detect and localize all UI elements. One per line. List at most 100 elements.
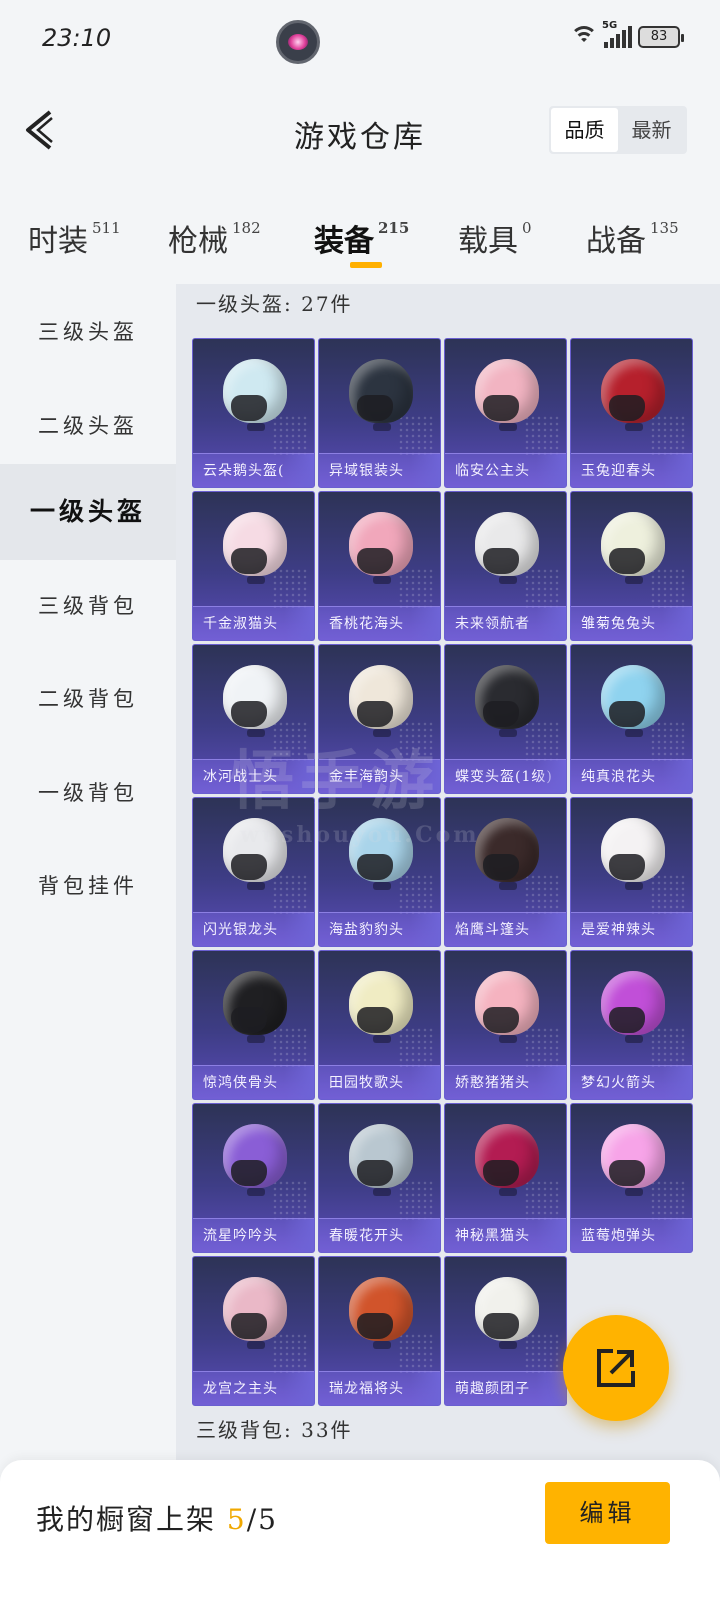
item-card[interactable]: 玉兔迎春头 bbox=[570, 338, 693, 488]
helmet-strap bbox=[625, 882, 643, 890]
sidebar-item-level1-helmet[interactable]: 一级头盔 bbox=[0, 464, 176, 560]
helmet-strap bbox=[499, 729, 517, 737]
item-list[interactable]: 一级头盔: 27件 云朵鹅头盔(异域银装头 临安公主头 玉兔迎春头千金淑猫头 香桃花海… bbox=[176, 284, 720, 1494]
helmet-strap bbox=[499, 576, 517, 584]
item-card[interactable]: 临安公主头 bbox=[444, 338, 567, 488]
helmet-visor bbox=[357, 1313, 393, 1339]
item-card[interactable]: 雏菊兔兔头 bbox=[570, 491, 693, 641]
item-name: 焰鹰斗篷头 bbox=[445, 912, 566, 946]
helmet-visor bbox=[483, 701, 519, 727]
item-card[interactable]: 蓝莓炮弹头 bbox=[570, 1103, 693, 1253]
item-name: 惊鸿侠骨头 bbox=[193, 1065, 314, 1099]
helmet-strap bbox=[625, 1188, 643, 1196]
helmet-visor bbox=[483, 1160, 519, 1186]
item-card[interactable]: 蝶变头盔(1级) bbox=[444, 644, 567, 794]
helmet-visor bbox=[231, 395, 267, 421]
item-name: 娇憨猪猪头 bbox=[445, 1065, 566, 1099]
item-card[interactable]: 神秘黑猫头 bbox=[444, 1103, 567, 1253]
helmet-strap bbox=[373, 1035, 391, 1043]
helmet-visor bbox=[609, 1160, 645, 1186]
helmet-visor bbox=[357, 395, 393, 421]
section-title-helmets: 一级头盔: 27件 bbox=[196, 292, 353, 316]
helmet-visor bbox=[609, 1007, 645, 1033]
helmet-strap bbox=[499, 423, 517, 431]
item-card[interactable]: 冰河战士头 bbox=[192, 644, 315, 794]
sidebar-item-backpack-charm[interactable]: 背包挂件 bbox=[0, 838, 176, 934]
system-icons: 5G 83 bbox=[570, 20, 684, 48]
item-card[interactable]: 流星吟吟头 bbox=[192, 1103, 315, 1253]
item-name: 是爱神辣头 bbox=[571, 912, 692, 946]
item-name: 临安公主头 bbox=[445, 453, 566, 487]
sidebar-item-level2-backpack[interactable]: 二级背包 bbox=[0, 651, 176, 747]
item-name: 流星吟吟头 bbox=[193, 1218, 314, 1252]
tab-count: 182 bbox=[232, 219, 261, 237]
item-name: 香桃花海头 bbox=[319, 606, 440, 640]
item-card[interactable]: 千金淑猫头 bbox=[192, 491, 315, 641]
tab-weapons[interactable]: 枪械 182 bbox=[168, 216, 261, 260]
item-name: 萌趣颜团子 bbox=[445, 1371, 566, 1405]
category-tabs: 时装 511 枪械 182 装备 215 载具 0 战备 135 bbox=[0, 200, 720, 280]
tab-fashion[interactable]: 时装 511 bbox=[28, 216, 121, 260]
item-card[interactable]: 未来领航者 bbox=[444, 491, 567, 641]
item-card[interactable]: 香桃花海头 bbox=[318, 491, 441, 641]
helmet-strap bbox=[247, 423, 265, 431]
network-type: 5G bbox=[602, 20, 618, 31]
tab-label: 战备 bbox=[586, 224, 646, 259]
item-card[interactable]: 梦幻火箭头 bbox=[570, 950, 693, 1100]
item-card[interactable]: 纯真浪花头 bbox=[570, 644, 693, 794]
battery-icon: 83 bbox=[638, 26, 684, 48]
item-name: 雏菊兔兔头 bbox=[571, 606, 692, 640]
active-tab-indicator bbox=[350, 262, 382, 268]
tab-count: 215 bbox=[378, 219, 410, 237]
item-card[interactable]: 龙宫之主头 bbox=[192, 1256, 315, 1406]
helmet-strap bbox=[625, 423, 643, 431]
item-card[interactable]: 春暖花开头 bbox=[318, 1103, 441, 1253]
helmet-strap bbox=[247, 729, 265, 737]
sort-newest-button[interactable]: 最新 bbox=[618, 108, 685, 152]
helmet-visor bbox=[483, 1313, 519, 1339]
item-name: 梦幻火箭头 bbox=[571, 1065, 692, 1099]
tab-count: 511 bbox=[92, 219, 121, 237]
item-card[interactable]: 惊鸿侠骨头 bbox=[192, 950, 315, 1100]
sidebar-item-level2-helmet[interactable]: 二级头盔 bbox=[0, 378, 176, 474]
sidebar-item-level3-backpack[interactable]: 三级背包 bbox=[0, 558, 176, 654]
item-name: 冰河战士头 bbox=[193, 759, 314, 793]
signal-icon: 5G bbox=[602, 20, 632, 48]
helmet-strap bbox=[373, 729, 391, 737]
sidebar: 三级头盔 二级头盔 一级头盔 三级背包 二级背包 一级背包 背包挂件 bbox=[0, 284, 176, 1494]
showcase-status: 我的橱窗上架 5/5 bbox=[36, 1498, 278, 1538]
item-card[interactable]: 云朵鹅头盔( bbox=[192, 338, 315, 488]
helmet-visor bbox=[483, 395, 519, 421]
helmet-visor bbox=[483, 548, 519, 574]
helmet-strap bbox=[247, 576, 265, 584]
tab-equipment[interactable]: 装备 215 bbox=[314, 216, 409, 260]
item-card[interactable]: 田园牧歌头 bbox=[318, 950, 441, 1100]
sidebar-item-level3-helmet[interactable]: 三级头盔 bbox=[0, 284, 176, 380]
tab-label: 装备 bbox=[314, 224, 374, 259]
item-card[interactable]: 焰鹰斗篷头 bbox=[444, 797, 567, 947]
item-card[interactable]: 娇憨猪猪头 bbox=[444, 950, 567, 1100]
item-card[interactable]: 闪光银龙头 bbox=[192, 797, 315, 947]
helmet-visor bbox=[231, 854, 267, 880]
item-card[interactable]: 萌趣颜团子 bbox=[444, 1256, 567, 1406]
sort-quality-button[interactable]: 品质 bbox=[551, 108, 618, 152]
share-button[interactable] bbox=[563, 1315, 669, 1421]
bottom-bar: 我的橱窗上架 5/5 编辑 bbox=[0, 1460, 720, 1610]
helmet-visor bbox=[231, 1007, 267, 1033]
edit-button[interactable]: 编辑 bbox=[545, 1482, 670, 1544]
item-card[interactable]: 瑞龙福将头 bbox=[318, 1256, 441, 1406]
tab-supplies[interactable]: 战备 135 bbox=[586, 216, 679, 260]
sort-toggle: 品质 最新 bbox=[549, 106, 687, 154]
sidebar-item-level1-backpack[interactable]: 一级背包 bbox=[0, 745, 176, 841]
item-card[interactable]: 异域银装头 bbox=[318, 338, 441, 488]
showcase-total: /5 bbox=[246, 1503, 278, 1536]
item-card[interactable]: 是爱神辣头 bbox=[570, 797, 693, 947]
item-card[interactable]: 海盐豹豹头 bbox=[318, 797, 441, 947]
helmet-strap bbox=[499, 1035, 517, 1043]
item-name: 玉兔迎春头 bbox=[571, 453, 692, 487]
tab-vehicles[interactable]: 载具 0 bbox=[458, 216, 532, 260]
item-name: 千金淑猫头 bbox=[193, 606, 314, 640]
helmet-strap bbox=[499, 1188, 517, 1196]
helmet-strap bbox=[247, 1341, 265, 1349]
item-card[interactable]: 金丰海韵头 bbox=[318, 644, 441, 794]
